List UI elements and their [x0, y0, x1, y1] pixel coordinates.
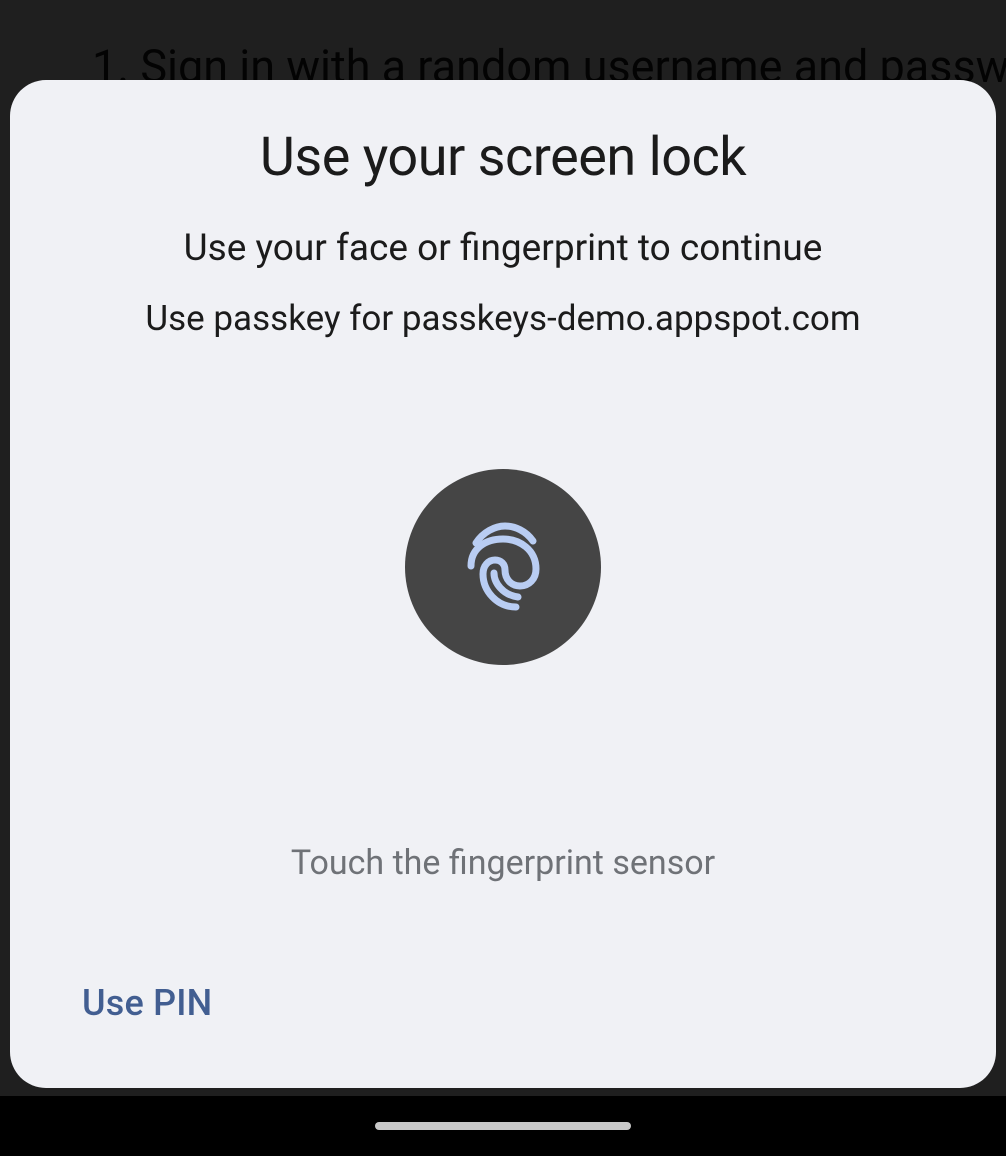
dialog-context: Use passkey for passkeys-demo.appspot.co… — [145, 298, 860, 339]
fingerprint-sensor-target[interactable] — [405, 469, 601, 665]
biometric-prompt-sheet: Use your screen lock Use your face or fi… — [10, 80, 996, 1088]
use-pin-button[interactable]: Use PIN — [82, 982, 212, 1024]
fingerprint-hint: Touch the fingerprint sensor — [291, 843, 715, 883]
dialog-title: Use your screen lock — [260, 126, 746, 189]
fingerprint-icon — [453, 517, 553, 617]
dialog-actions: Use PIN — [82, 982, 212, 1024]
dialog-subtitle: Use your face or fingerprint to continue — [184, 227, 823, 270]
gesture-handle[interactable] — [375, 1122, 631, 1130]
system-nav-bar — [0, 1096, 1006, 1156]
